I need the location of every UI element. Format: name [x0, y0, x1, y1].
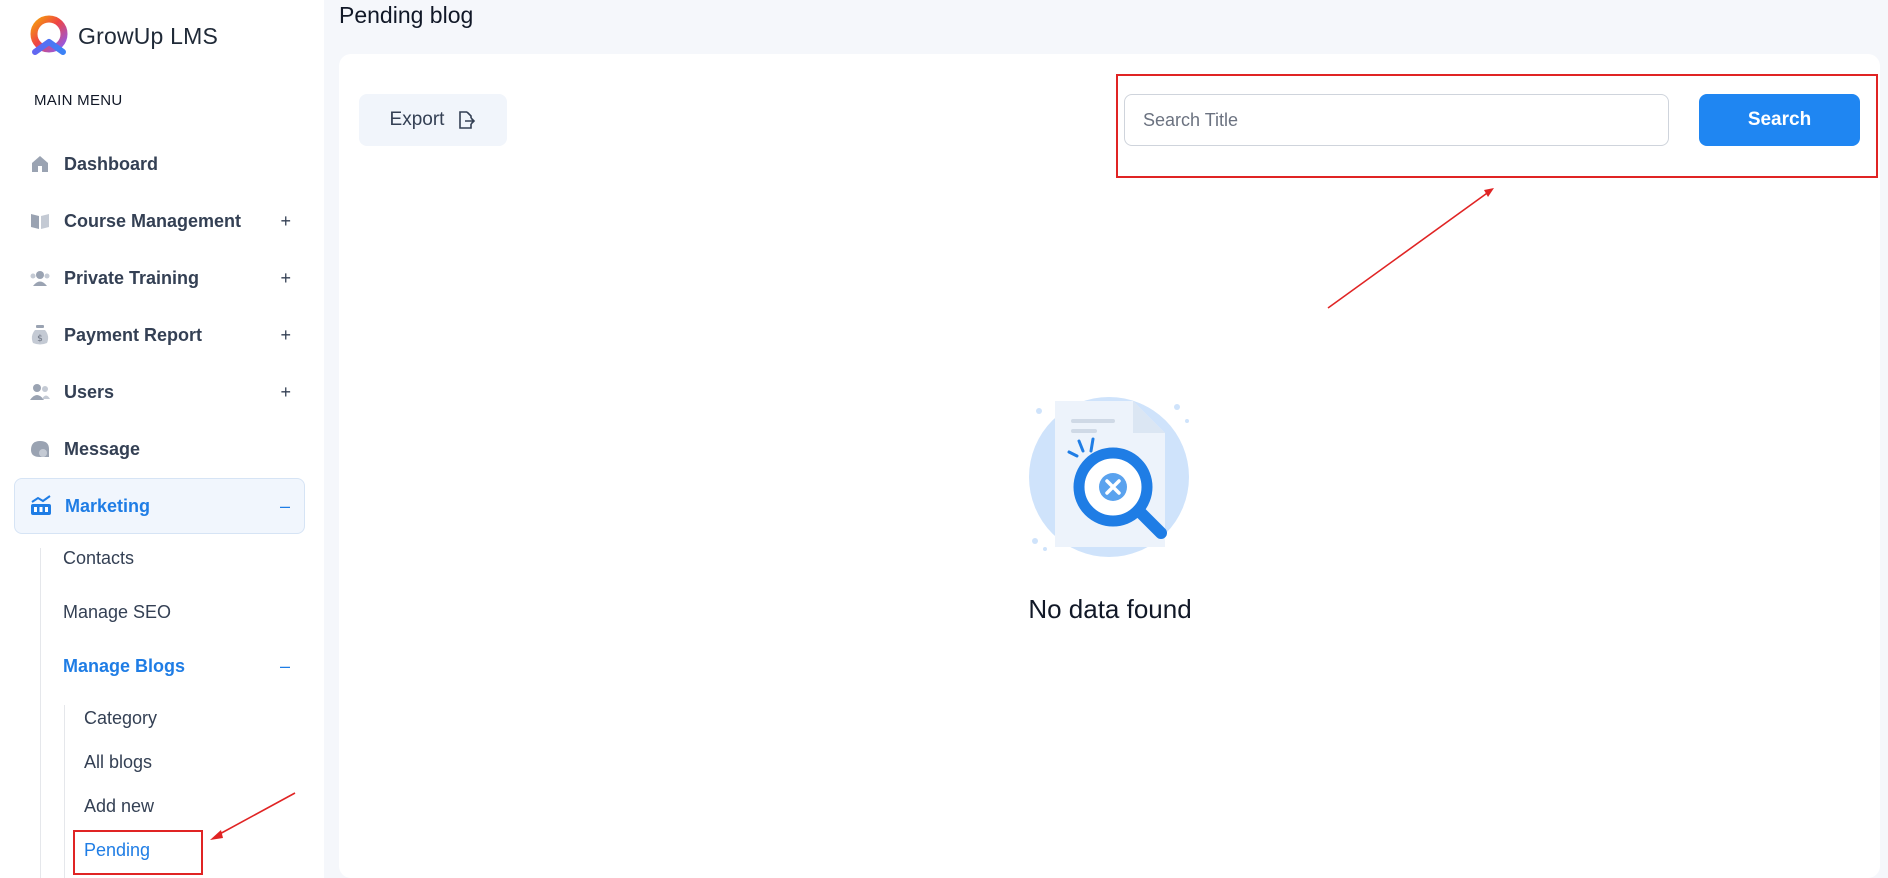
annotation-arrows	[210, 188, 1494, 840]
